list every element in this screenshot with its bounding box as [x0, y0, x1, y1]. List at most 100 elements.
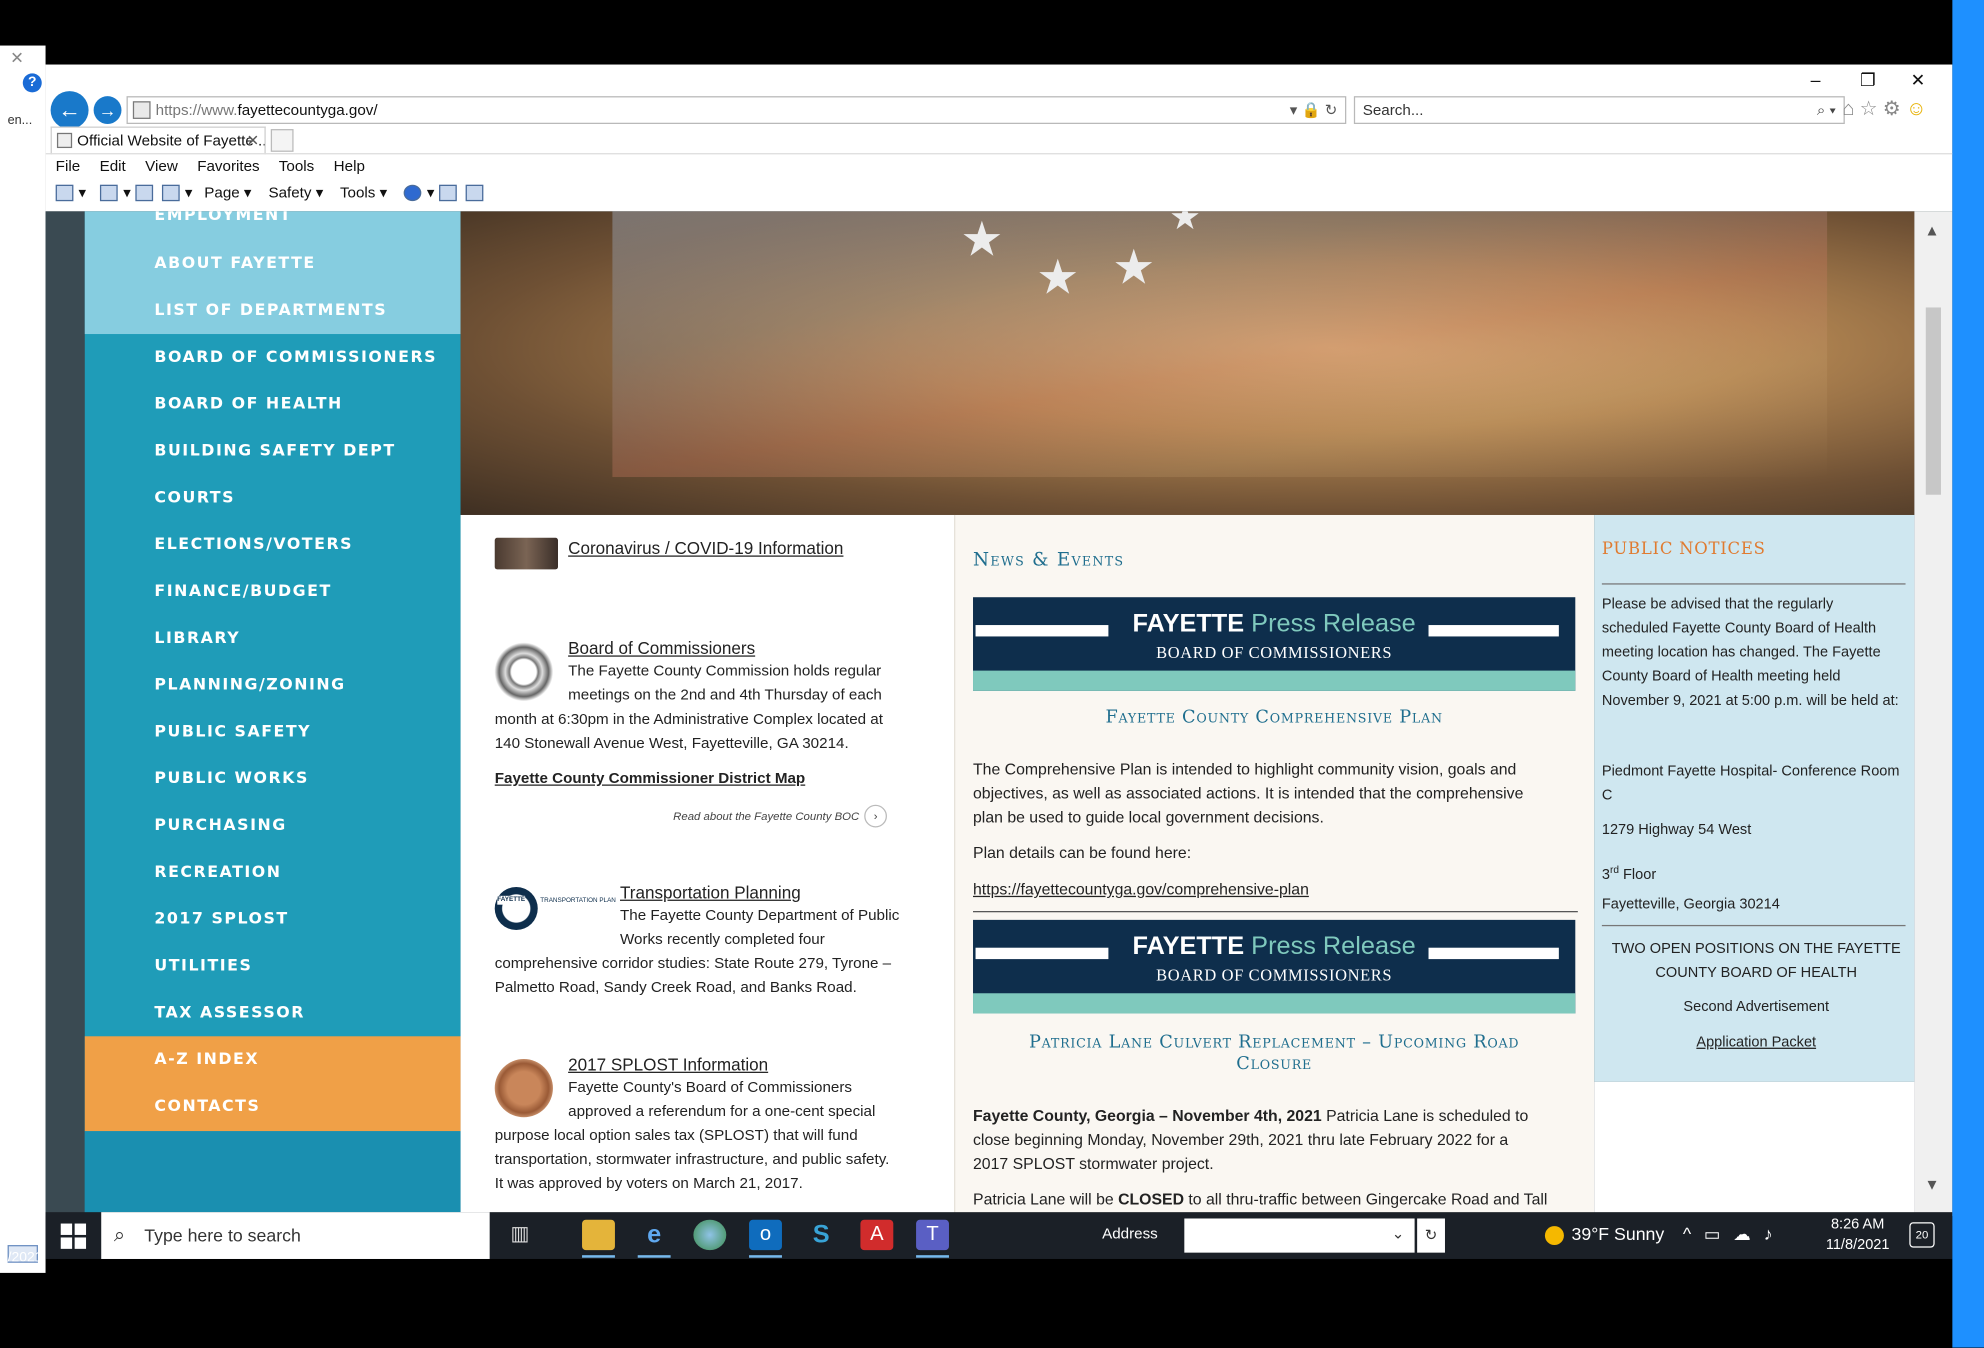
background-window[interactable]: ✕ ? en... — [0, 45, 46, 1273]
outlook-icon[interactable]: o — [749, 1219, 782, 1258]
safety-menu[interactable]: Safety ▾ — [268, 183, 323, 201]
translate-icon[interactable] — [465, 185, 484, 202]
search-input[interactable]: Search... ⌕ ▾ — [1353, 96, 1845, 124]
chevron-down-icon[interactable]: ⌄ — [1392, 1225, 1405, 1243]
sidebar-item-safety[interactable]: PUBLIC SAFETY — [154, 721, 311, 740]
background-tab-label[interactable]: en... — [8, 114, 33, 128]
mail-icon[interactable] — [135, 185, 153, 202]
windows-start-icon[interactable] — [60, 1223, 87, 1249]
sidebar-item-recreation[interactable]: RECREATION — [154, 862, 281, 881]
comprehensive-plan-link[interactable]: https://fayettecountyga.gov/comprehensiv… — [973, 878, 1575, 902]
feedback-smile-icon[interactable]: ☺ — [1906, 99, 1932, 121]
search-icon[interactable]: ⌕ ▾ — [1817, 97, 1836, 122]
sidebar-item-tax[interactable]: TAX ASSESSOR — [154, 1002, 305, 1021]
sidebar-item-purchasing[interactable]: PURCHASING — [154, 815, 286, 834]
app-s-icon[interactable]: S — [805, 1220, 838, 1250]
article-text: Plan details can be found here: — [973, 843, 1192, 862]
menu-file[interactable]: File — [56, 157, 80, 175]
tab-fayette[interactable]: Official Website of Fayette ... ✕ — [50, 126, 266, 155]
sidebar-item-courts[interactable]: COURTS — [154, 487, 235, 506]
taskbar-search-placeholder: Type here to search — [144, 1224, 301, 1246]
network-icon[interactable]: ▭ — [1704, 1224, 1733, 1244]
sidebar-item-about[interactable]: ABOUT FAYETTE — [154, 253, 315, 272]
boc-link[interactable]: Board of Commissioners — [568, 636, 755, 660]
clock[interactable]: 8:26 AM 11/8/2021 — [1826, 1215, 1890, 1255]
sidebar-item-contacts[interactable]: CONTACTS — [154, 1096, 260, 1115]
research-icon[interactable] — [438, 185, 457, 202]
transportation-text: The Fayette County Department of Public — [619, 905, 900, 924]
article-text-part: to all thru-traffic between Gingercake R… — [1184, 1190, 1548, 1209]
address-toolbar-label: Address — [1102, 1224, 1158, 1243]
menu-favorites[interactable]: Favorites — [197, 157, 259, 175]
application-packet-link[interactable]: Application Packet — [1602, 1031, 1911, 1055]
scroll-down-icon[interactable]: ▼ — [1925, 1175, 1940, 1193]
menu-view[interactable]: View — [145, 157, 178, 175]
sidebar-item-building[interactable]: BUILDING SAFETY DEPT — [154, 440, 395, 459]
home-cmd-icon[interactable] — [55, 185, 74, 202]
menu-help[interactable]: Help — [334, 157, 365, 175]
sidebar-item-az[interactable]: A-Z INDEX — [154, 1049, 259, 1068]
sidebar-item-finance[interactable]: FINANCE/BUDGET — [154, 581, 331, 600]
chevron-right-icon[interactable]: › — [864, 804, 888, 828]
address-go-icon[interactable]: ↻ — [1417, 1218, 1445, 1253]
sun-icon — [1544, 1225, 1564, 1245]
sidebar-item-elections[interactable]: ELECTIONS/VOTERS — [154, 534, 353, 553]
tools-cmd-menu[interactable]: Tools ▾ — [340, 183, 387, 201]
menu-tools[interactable]: Tools — [279, 157, 314, 175]
acrobat-icon[interactable]: A — [860, 1219, 894, 1251]
print-icon[interactable] — [162, 185, 180, 202]
address-tools-icons[interactable]: ▾ 🔒 ↻ — [1290, 97, 1338, 122]
gear-icon[interactable]: ⚙ — [1883, 99, 1906, 121]
close-icon[interactable]: ✕ — [10, 48, 24, 68]
scroll-up-icon[interactable]: ▲ — [1925, 221, 1940, 239]
home-icon[interactable]: ⌂ — [1842, 99, 1859, 121]
task-view-icon[interactable]: ▥ — [504, 1220, 537, 1250]
sidebar-item-planning[interactable]: PLANNING/ZONING — [154, 674, 345, 693]
district-map-link[interactable]: Fayette County Commissioner District Map — [495, 767, 805, 791]
onedrive-icon[interactable]: ☁ — [1733, 1224, 1763, 1244]
feeds-icon[interactable] — [100, 185, 119, 202]
globe-app-icon[interactable] — [693, 1219, 727, 1251]
covid-link[interactable]: Coronavirus / COVID-19 Information — [568, 536, 843, 560]
minimize-icon[interactable]: – — [1811, 70, 1821, 90]
volume-icon[interactable]: ♪ — [1764, 1224, 1786, 1244]
help-cmd-icon[interactable] — [404, 185, 422, 202]
new-tab-button[interactable] — [270, 129, 294, 152]
page-menu[interactable]: Page ▾ — [204, 183, 251, 201]
divider — [1601, 924, 1906, 927]
file-explorer-icon[interactable] — [582, 1219, 615, 1258]
chevron-up-icon[interactable]: ^ — [1683, 1224, 1704, 1244]
restore-icon[interactable]: ❐ — [1860, 70, 1876, 92]
scroll-thumb[interactable] — [1925, 307, 1941, 495]
weather-widget[interactable]: 39°F Sunny — [1544, 1224, 1664, 1245]
sidebar-item-employment[interactable]: EMPLOYMENT — [154, 211, 292, 224]
read-more-boc[interactable]: Read about the Fayette County BOC › — [673, 804, 888, 828]
sidebar-item-utilities[interactable]: UTILITIES — [154, 955, 252, 974]
address-toolbar-input[interactable]: ⌄ — [1184, 1218, 1415, 1253]
taskbar-search-input[interactable]: ⌕ Type here to search — [101, 1212, 490, 1259]
internet-explorer-icon[interactable]: e — [637, 1220, 671, 1258]
menu-edit[interactable]: Edit — [100, 157, 126, 175]
favorites-star-icon[interactable]: ☆ — [1860, 99, 1883, 121]
splost-link[interactable]: 2017 SPLOST Information — [568, 1053, 768, 1077]
notice-heading: TWO OPEN POSITIONS ON THE FAYETTE — [1611, 941, 1901, 957]
notification-center-icon[interactable]: 20 — [1909, 1222, 1935, 1248]
sidebar-item-departments[interactable]: LIST OF DEPARTMENTS — [154, 300, 387, 319]
help-icon[interactable]: ? — [22, 73, 42, 93]
tab-close-icon[interactable]: ✕ — [247, 128, 260, 153]
sidebar-item-library[interactable]: LIBRARY — [154, 628, 240, 647]
page-scrollbar[interactable]: ▲ ▼ — [1914, 211, 1953, 1216]
address-bar[interactable]: https://www.fayettecountyga.gov/ ▾ 🔒 ↻ — [126, 96, 1347, 124]
system-tray[interactable]: ^▭☁♪ — [1683, 1224, 1785, 1246]
sidebar-item-works[interactable]: PUBLIC WORKS — [154, 768, 309, 787]
sidebar-item-splost[interactable]: 2017 SPLOST — [154, 908, 288, 927]
close-window-icon[interactable]: ✕ — [1911, 70, 1926, 92]
transportation-link[interactable]: Transportation Planning — [620, 881, 801, 905]
forward-button[interactable]: → — [93, 96, 122, 124]
covid-thumbnail — [494, 537, 558, 570]
article-text: The Comprehensive Plan is intended to hi… — [973, 760, 1517, 779]
sidebar-item-health[interactable]: BOARD OF HEALTH — [154, 394, 342, 413]
teams-icon[interactable]: T — [916, 1219, 949, 1258]
back-button[interactable]: ← — [50, 91, 89, 130]
sidebar-item-boc[interactable]: BOARD OF COMMISSIONERS — [154, 347, 437, 366]
